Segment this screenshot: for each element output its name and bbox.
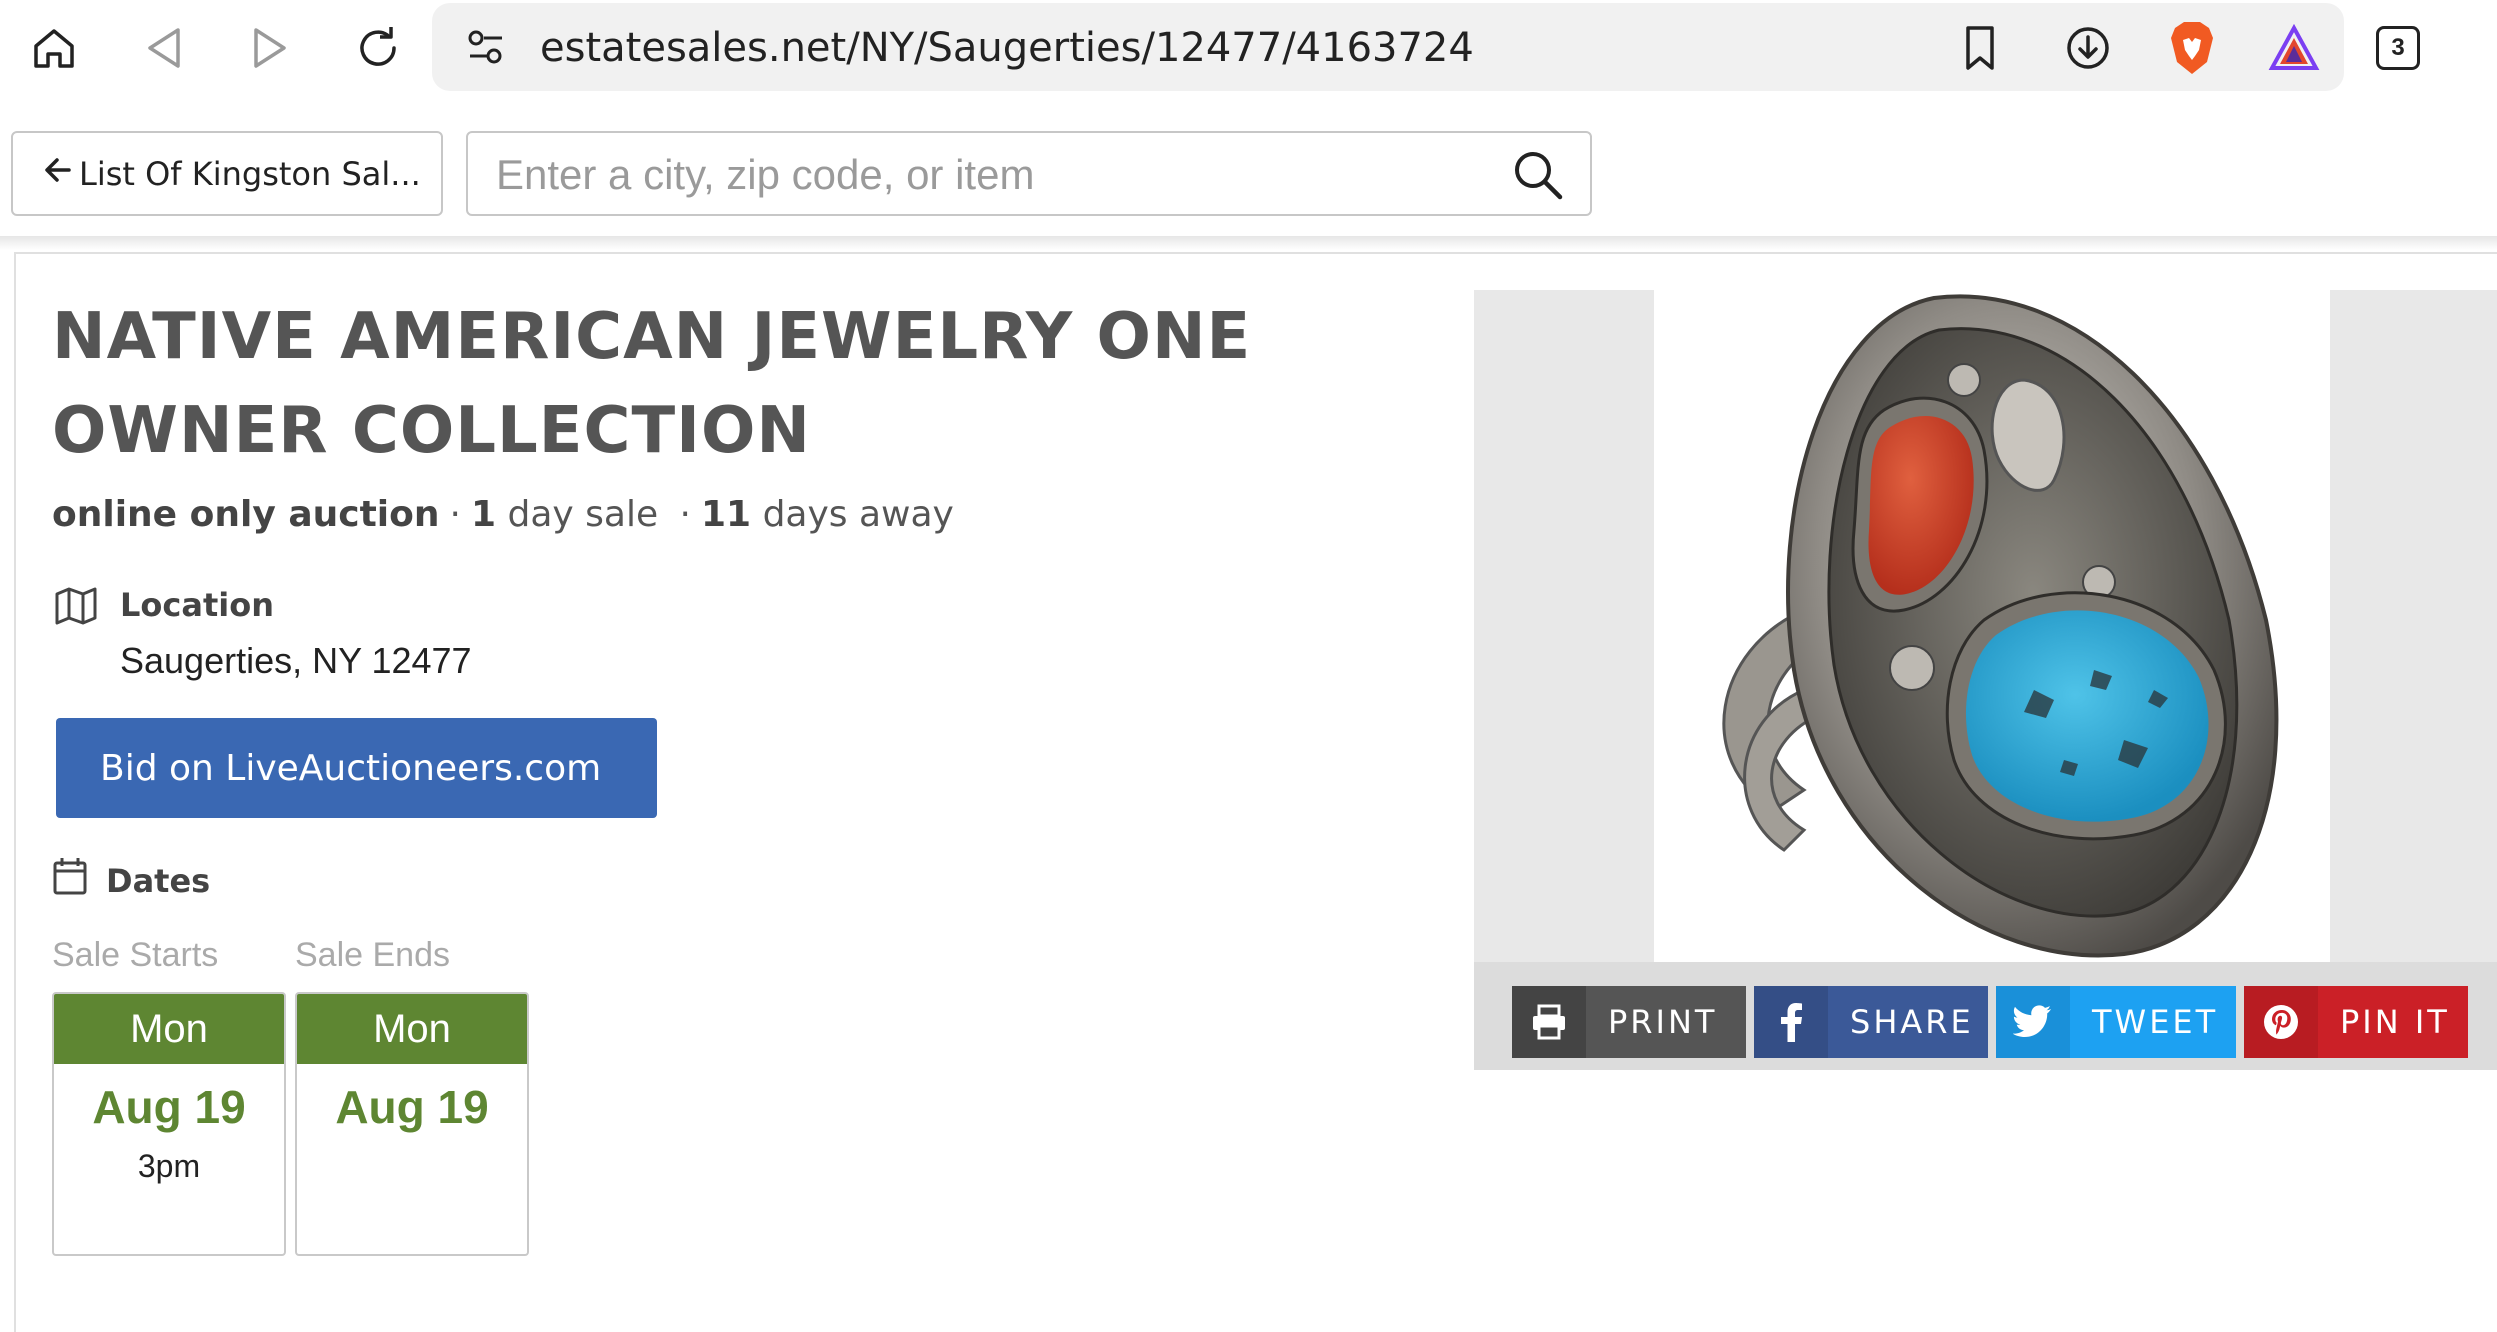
- toolbar-divider: [0, 236, 2497, 250]
- search-bar[interactable]: [466, 131, 1592, 216]
- bid-button[interactable]: Bid on LiveAuctioneers.com: [56, 718, 657, 818]
- facebook-share-button[interactable]: SHARE: [1754, 986, 1988, 1058]
- pin-it-label: PIN IT: [2340, 1003, 2450, 1041]
- location-value[interactable]: Saugerties, NY 12477: [120, 640, 472, 682]
- sale-meta: online only auction · 1 day sale · 11 days …: [52, 494, 954, 535]
- back-arrow-icon[interactable]: [124, 14, 204, 82]
- sale-end-caption: Sale Ends: [295, 936, 450, 974]
- pinterest-icon: [2244, 986, 2318, 1058]
- sale-end-date: Sale Ends Mon Aug 19: [295, 936, 531, 1256]
- days-away-number: 11: [701, 494, 752, 535]
- share-bar: PRINT SHARE TWEET PIN IT: [1474, 962, 2497, 1070]
- pinterest-pin-button[interactable]: PIN IT: [2244, 986, 2468, 1058]
- back-to-list-button[interactable]: List Of Kingston Sal...: [11, 131, 443, 216]
- sale-title: NATIVE AMERICAN JEWELRY ONE OWNER COLLEC…: [52, 300, 1252, 468]
- sale-duration-text: day sale: [507, 494, 659, 535]
- map-icon: [54, 586, 98, 631]
- sale-start-weekday: Mon: [54, 994, 284, 1064]
- share-label: SHARE: [1850, 1003, 1974, 1041]
- print-button[interactable]: PRINT: [1512, 986, 1746, 1058]
- calendar-icon: [52, 856, 88, 901]
- bookmark-icon[interactable]: [1942, 14, 2018, 82]
- sale-start-time: 3pm: [137, 1148, 201, 1184]
- printer-icon: [1512, 986, 1586, 1058]
- sale-start-day: Aug 19: [92, 1081, 246, 1133]
- sale-end-day: Aug 19: [335, 1081, 489, 1133]
- dates-label: Dates: [106, 862, 211, 900]
- forward-arrow-icon[interactable]: [230, 14, 310, 82]
- sale-duration-number: 1: [470, 494, 497, 535]
- sale-start-date: Sale Starts Mon Aug 19 3pm: [52, 936, 288, 1256]
- photo-gallery: PRINT SHARE TWEET PIN IT: [1474, 290, 2497, 1070]
- back-to-list-label: List Of Kingston Sal...: [79, 154, 421, 193]
- home-icon[interactable]: [14, 14, 94, 82]
- brave-shield-icon[interactable]: [2154, 14, 2230, 82]
- facebook-icon: [1754, 986, 1828, 1058]
- location-label: Location: [120, 586, 274, 624]
- tweet-label: TWEET: [2092, 1003, 2219, 1041]
- twitter-tweet-button[interactable]: TWEET: [1996, 986, 2236, 1058]
- tab-count: 3: [2376, 26, 2420, 70]
- browser-toolbar: estatesales.net/NY/Saugerties/12477/4163…: [0, 0, 2497, 96]
- tab-switcher-button[interactable]: 3: [2360, 14, 2436, 82]
- print-label: PRINT: [1608, 1003, 1718, 1041]
- url-text[interactable]: estatesales.net/NY/Saugerties/12477/4163…: [540, 25, 1474, 71]
- search-input[interactable]: [496, 147, 1476, 203]
- sale-start-box: Mon Aug 19 3pm: [52, 992, 286, 1256]
- sale-type: online only auction: [52, 494, 440, 535]
- site-settings-icon[interactable]: [466, 29, 506, 70]
- arrow-left-icon: [43, 155, 73, 193]
- sale-end-box: Mon Aug 19: [295, 992, 529, 1256]
- search-icon[interactable]: [1512, 149, 1564, 206]
- days-away-text: days away: [762, 494, 954, 535]
- sale-photo[interactable]: [1654, 290, 2330, 962]
- twitter-icon: [1996, 986, 2070, 1058]
- sale-end-weekday: Mon: [297, 994, 527, 1064]
- reload-icon[interactable]: [338, 14, 418, 82]
- download-icon[interactable]: [2050, 14, 2126, 82]
- brave-rewards-icon[interactable]: [2256, 14, 2332, 82]
- sale-start-caption: Sale Starts: [52, 936, 219, 974]
